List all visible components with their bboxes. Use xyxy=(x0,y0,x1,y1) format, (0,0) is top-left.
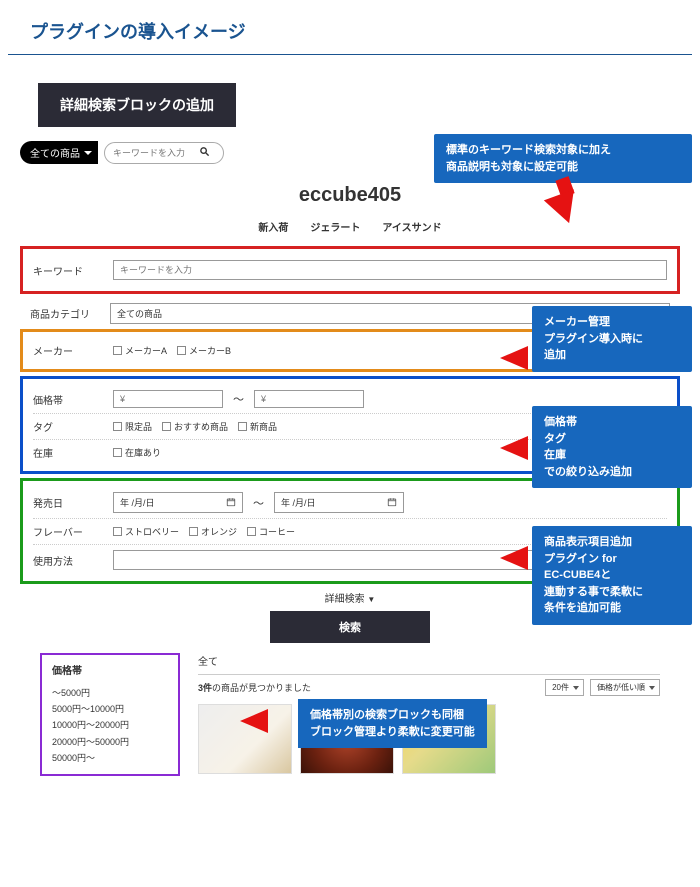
price-range-link[interactable]: 5000円～10000円 xyxy=(52,701,168,717)
maker-label: メーカー xyxy=(33,343,113,358)
page-title: プラグインの導入イメージ xyxy=(0,0,700,54)
search-button[interactable]: 検索 xyxy=(270,611,430,643)
keyword-input[interactable] xyxy=(113,260,667,280)
callout-keyword: 標準のキーワード検索対象に加え 商品説明も対象に設定可能 xyxy=(434,134,692,183)
price-range-link[interactable]: 20000円～50000円 xyxy=(52,734,168,750)
tag-check-1[interactable]: 限定品 xyxy=(113,420,152,433)
release-to-input[interactable]: 年 /月/日 xyxy=(274,492,404,513)
callout-price-block: 価格帯別の検索ブロックも同梱 ブロック管理より柔軟に変更可能 xyxy=(298,699,487,748)
category-dropdown[interactable]: 全ての商品 xyxy=(20,141,98,164)
flavor-check-2[interactable]: オレンジ xyxy=(189,525,237,538)
callout-maker: メーカー管理 プラグイン導入時に 追加 xyxy=(532,306,692,372)
tag-label: タグ xyxy=(33,419,113,434)
flavor-check-1[interactable]: ストロベリー xyxy=(113,525,179,538)
nav-item[interactable]: ジェラート xyxy=(310,219,360,234)
price-range-link[interactable]: ～5000円 xyxy=(52,685,168,701)
stock-check[interactable]: 在庫あり xyxy=(113,446,161,459)
stock-label: 在庫 xyxy=(33,445,113,460)
calendar-icon xyxy=(226,497,236,509)
maker-check-a[interactable]: メーカーA xyxy=(113,344,167,357)
title-divider xyxy=(8,54,692,55)
price-range-block: 価格帯 ～5000円 5000円～10000円 10000円～20000円 20… xyxy=(40,653,180,776)
range-sep: ～ xyxy=(253,495,264,511)
keyword-label: キーワード xyxy=(33,263,113,278)
arrow-icon xyxy=(500,346,528,370)
price-block-title: 価格帯 xyxy=(52,663,168,681)
tag-check-2[interactable]: おすすめ商品 xyxy=(162,420,228,433)
calendar-icon xyxy=(387,497,397,509)
price-label: 価格帯 xyxy=(33,392,113,407)
sort-select[interactable]: 価格が低い順 xyxy=(590,679,660,696)
nav-item[interactable]: アイスサンド xyxy=(382,219,441,234)
nav-item[interactable]: 新入荷 xyxy=(258,219,288,234)
release-label: 発売日 xyxy=(33,495,113,510)
per-page-select[interactable]: 20件 xyxy=(545,679,584,696)
category-label: 商品カテゴリ xyxy=(30,306,110,321)
usage-label: 使用方法 xyxy=(33,553,113,568)
callout-price-tag-stock: 価格帯 タグ 在庫 での絞り込み追加 xyxy=(532,406,692,488)
flavor-label: フレーバー xyxy=(33,524,113,539)
range-sep: ～ xyxy=(233,391,244,407)
results-count: 3件の商品が見つかりました xyxy=(198,681,311,694)
tag-check-3[interactable]: 新商品 xyxy=(238,420,277,433)
top-search-box[interactable] xyxy=(104,142,224,164)
arrow-icon xyxy=(240,709,268,733)
price-max-input[interactable] xyxy=(254,390,364,408)
section-banner: 詳細検索ブロックの追加 xyxy=(38,83,236,127)
price-range-link[interactable]: 50000円～ xyxy=(52,750,168,766)
arrow-icon xyxy=(500,546,528,570)
flavor-check-3[interactable]: コーヒー xyxy=(247,525,295,538)
chevron-down-icon: ▼ xyxy=(367,595,375,604)
price-range-link[interactable]: 10000円～20000円 xyxy=(52,717,168,733)
maker-check-b[interactable]: メーカーB xyxy=(177,344,231,357)
main-nav: 新入荷 ジェラート アイスサンド xyxy=(20,219,680,234)
results-tab-all[interactable]: 全て xyxy=(198,653,660,668)
site-name: eccube405 xyxy=(20,184,680,207)
arrow-icon xyxy=(500,436,528,460)
keyword-section: キーワード xyxy=(20,246,680,294)
release-from-input[interactable]: 年 /月/日 xyxy=(113,492,243,513)
top-search-input[interactable] xyxy=(113,148,193,158)
callout-extra: 商品表示項目追加 プラグイン for EC-CUBE4と 連動する事で柔軟に 条… xyxy=(532,526,692,625)
price-min-input[interactable] xyxy=(113,390,223,408)
search-icon[interactable] xyxy=(199,146,210,160)
